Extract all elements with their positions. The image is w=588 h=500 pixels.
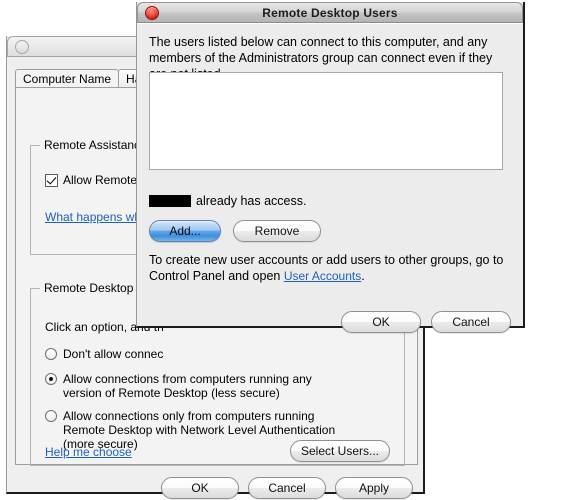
radio-dont-allow[interactable] (45, 348, 57, 360)
tab-computer-name[interactable]: Computer Name (15, 69, 120, 88)
radio-allow-nla-only[interactable] (45, 410, 57, 422)
cancel-button[interactable]: Cancel (431, 311, 511, 333)
remote-desktop-group-title: Remote Desktop (40, 282, 138, 295)
remove-button[interactable]: Remove (233, 220, 321, 242)
remote-assistance-group-title: Remote Assistance (40, 139, 151, 152)
remote-desktop-users-dialog: Remote Desktop Users The users listed be… (136, 2, 525, 333)
allow-remote-assistance-checkbox[interactable] (45, 173, 58, 187)
background-window-footer-buttons: OK Cancel Apply (161, 477, 413, 499)
create-accounts-note-suffix: . (361, 269, 365, 283)
help-me-choose-link[interactable]: Help me choose (45, 445, 132, 459)
create-accounts-note: To create new user accounts or add users… (149, 252, 511, 284)
apply-button[interactable]: Apply (335, 477, 413, 499)
access-note-text: already has access. (196, 194, 307, 208)
radio-allow-any-version-label: Allow connections from computers running… (63, 372, 312, 400)
add-button[interactable]: Add... (149, 220, 221, 242)
redacted-username (149, 195, 191, 207)
dialog-title: Remote Desktop Users (262, 6, 398, 20)
radio-allow-any-version[interactable] (45, 373, 57, 385)
radio-dont-allow-row[interactable]: Don't allow connec (45, 347, 245, 361)
select-users-button[interactable]: Select Users... (290, 440, 390, 462)
radio-allow-any-version-row[interactable]: Allow connections from computers running… (45, 372, 345, 400)
user-list[interactable] (149, 72, 503, 170)
ok-button[interactable]: OK (161, 477, 239, 499)
radio-dont-allow-label: Don't allow connec (63, 347, 164, 361)
access-note-row: already has access. (149, 194, 306, 208)
user-accounts-link[interactable]: User Accounts (284, 269, 361, 283)
ok-button[interactable]: OK (341, 311, 421, 333)
dialog-body: The users listed below can connect to th… (137, 23, 523, 333)
dialog-action-buttons: Add... Remove (149, 220, 321, 242)
dialog-titlebar: Remote Desktop Users (137, 2, 523, 23)
cancel-button[interactable]: Cancel (248, 477, 326, 499)
close-icon[interactable] (145, 6, 159, 20)
close-icon[interactable] (15, 40, 29, 54)
dialog-footer-buttons: OK Cancel (341, 311, 511, 333)
